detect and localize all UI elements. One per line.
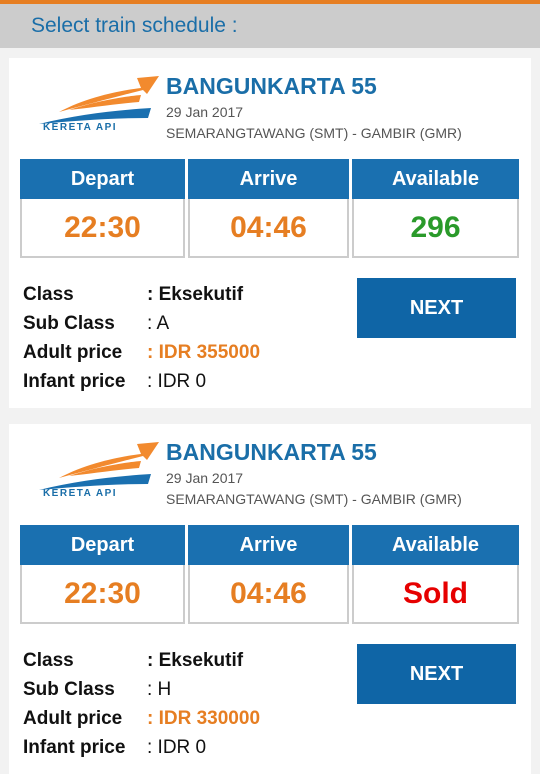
next-button[interactable]: NEXT: [357, 644, 516, 704]
class-row: Class : Eksekutif: [23, 646, 260, 675]
arrive-time: 04:46: [188, 199, 349, 258]
logo-text: KERETA API: [42, 488, 118, 499]
sub-class-label: Sub Class: [23, 679, 115, 700]
adult-price-row: Adult price : IDR 330000: [23, 704, 260, 733]
available-header: Available: [352, 525, 519, 565]
class-row: Class : Eksekutif: [23, 280, 260, 309]
sub-class-row: Sub Class : H: [23, 675, 260, 704]
infant-price-label: Infant price: [23, 737, 126, 758]
depart-time: 22:30: [20, 565, 185, 624]
infant-price-label: Infant price: [23, 371, 126, 392]
depart-time: 22:30: [20, 199, 185, 258]
schedule-card: KERETA API BANGUNKARTA 55 29 Jan 2017 SE…: [9, 424, 531, 774]
page-title: Select train schedule :: [31, 14, 238, 37]
class-label: Class: [23, 650, 74, 671]
infant-price-row: Infant price : IDR 0: [23, 367, 260, 396]
adult-price-value: : IDR 330000: [147, 708, 261, 729]
arrive-column: Arrive 04:46: [188, 159, 349, 258]
adult-price-label: Adult price: [23, 342, 123, 363]
train-name: BANGUNKARTA 55: [166, 73, 377, 99]
available-seats: Sold: [352, 565, 519, 624]
schedule-grid: Depart 22:30 Arrive 04:46 Available Sold: [20, 525, 520, 624]
next-button[interactable]: NEXT: [357, 278, 516, 338]
train-route: SEMARANGTAWANG (SMT) - GAMBIR (GMR): [166, 491, 462, 507]
available-seats: 296: [352, 199, 519, 258]
sub-class-value: : H: [147, 679, 172, 700]
arrive-column: Arrive 04:46: [188, 525, 349, 624]
depart-header: Depart: [20, 525, 185, 565]
fare-info: Class : Eksekutif Sub Class : H Adult pr…: [23, 646, 260, 762]
arrive-header: Arrive: [188, 525, 349, 565]
page-header: Select train schedule :: [0, 4, 540, 48]
depart-column: Depart 22:30: [20, 525, 185, 624]
train-name: BANGUNKARTA 55: [166, 439, 377, 465]
schedule-grid: Depart 22:30 Arrive 04:46 Available 296: [20, 159, 520, 258]
schedule-card: KERETA API BANGUNKARTA 55 29 Jan 2017 SE…: [9, 58, 531, 408]
infant-price-value: : IDR 0: [147, 737, 207, 758]
adult-price-label: Adult price: [23, 708, 123, 729]
arrive-time: 04:46: [188, 565, 349, 624]
infant-price-value: : IDR 0: [147, 371, 207, 392]
available-column: Available Sold: [352, 525, 519, 624]
depart-column: Depart 22:30: [20, 159, 185, 258]
infant-price-row: Infant price : IDR 0: [23, 733, 260, 762]
fare-info: Class : Eksekutif Sub Class : A Adult pr…: [23, 280, 260, 396]
train-route: SEMARANGTAWANG (SMT) - GAMBIR (GMR): [166, 125, 462, 141]
train-date: 29 Jan 2017: [166, 104, 244, 120]
adult-price-row: Adult price : IDR 355000: [23, 338, 260, 367]
sub-class-label: Sub Class: [23, 313, 115, 334]
depart-header: Depart: [20, 159, 185, 199]
class-value: : Eksekutif: [147, 284, 244, 305]
available-column: Available 296: [352, 159, 519, 258]
class-value: : Eksekutif: [147, 650, 244, 671]
available-header: Available: [352, 159, 519, 199]
sub-class-value: : A: [147, 313, 170, 334]
train-date: 29 Jan 2017: [166, 470, 244, 486]
arrive-header: Arrive: [188, 159, 349, 199]
logo-text: KERETA API: [42, 122, 118, 133]
class-label: Class: [23, 284, 74, 305]
sub-class-row: Sub Class : A: [23, 309, 260, 338]
adult-price-value: : IDR 355000: [147, 342, 261, 363]
